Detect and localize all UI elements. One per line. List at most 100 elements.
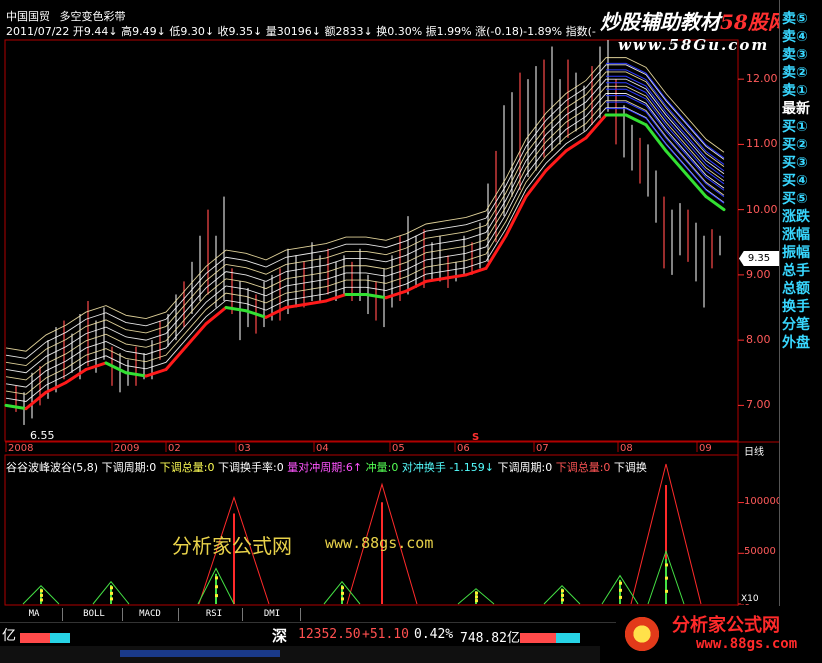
- volume-marker: [561, 598, 564, 602]
- tab-dmi[interactable]: DMI: [244, 608, 301, 621]
- volume-marker: [110, 591, 113, 595]
- watermark-line1-red: 58股网: [720, 10, 788, 34]
- status-change: +51.10: [362, 627, 409, 642]
- date-tick-label: 07: [536, 443, 549, 454]
- tab-boll[interactable]: BOLL: [66, 608, 123, 621]
- price-tick-label: 11.00: [746, 137, 778, 151]
- trend-line-segment: [444, 273, 468, 280]
- current-price-tag: 9.35: [739, 251, 779, 266]
- trend-line-segment: [4, 403, 28, 411]
- watermark-bottom-url: www.88gs.com: [696, 636, 798, 652]
- indicator-part: 下调周期:0: [494, 461, 553, 474]
- sidebar-item[interactable]: 卖②: [782, 64, 820, 82]
- trend-line-segment: [144, 367, 168, 378]
- price-tick-label: 12.00: [746, 72, 778, 86]
- date-tick-label: 06: [457, 443, 470, 454]
- trend-line-segment: [424, 276, 448, 283]
- date-tick-label: 2008: [8, 443, 34, 454]
- volume-marker: [619, 581, 622, 585]
- quote-row: 2011/07/22 开9.44↓ 高9.49↓ 低9.30↓ 收9.35↓ 量…: [6, 23, 596, 39]
- quote-part: 开9.44↓: [72, 25, 118, 38]
- date-tick-label: 09: [699, 443, 712, 454]
- volume-marker: [619, 595, 622, 599]
- quote-part: 低9.30↓: [165, 25, 215, 38]
- sidebar-item[interactable]: 总额: [782, 280, 820, 298]
- sidebar-item[interactable]: 外盘: [782, 334, 820, 352]
- volume-panel-frame: [4, 454, 739, 606]
- quote-part: 换0.30%: [372, 25, 423, 38]
- watermark-bottom: 分析家公式网 www.88gs.com: [616, 606, 822, 663]
- date-tick-label: 08: [620, 443, 633, 454]
- trend-line-segment: [584, 113, 608, 140]
- sidebar-item[interactable]: 涨幅: [782, 226, 820, 244]
- sidebar-item[interactable]: 换手: [782, 298, 820, 316]
- trend-line-segment: [224, 306, 248, 313]
- tab-macd[interactable]: MACD: [122, 608, 179, 621]
- quote-part: 高9.49↓: [117, 25, 166, 38]
- quote-part: 额2833↓: [321, 25, 373, 38]
- status-pct: 0.42%: [414, 627, 454, 642]
- sidebar-item[interactable]: 振幅: [782, 244, 820, 262]
- sidebar-item[interactable]: 分笔: [782, 316, 820, 334]
- volume-marker: [341, 586, 344, 590]
- trend-line-segment: [384, 289, 408, 300]
- ribbon-band: [5, 107, 725, 402]
- volume-marker: [665, 576, 668, 580]
- tab-rsi[interactable]: RSI: [186, 608, 243, 621]
- sidebar-item[interactable]: 买⑤: [782, 190, 820, 208]
- sidebar-item[interactable]: 买①: [782, 118, 820, 136]
- volume-marker: [665, 589, 668, 593]
- volume-marker: [40, 589, 43, 593]
- trend-line-segment: [64, 367, 88, 385]
- watermark-mid-url: www.88gs.com: [325, 534, 434, 552]
- sidebar-item[interactable]: 买②: [782, 136, 820, 154]
- volume-marker: [475, 591, 478, 595]
- trend-line-segment: [124, 371, 148, 378]
- price-chart[interactable]: [0, 0, 822, 663]
- quote-values: 开9.44↓ 高9.49↓ 低9.30↓ 收9.35↓ 量30196↓ 额283…: [73, 25, 596, 38]
- quote-date: 2011/07/22: [6, 25, 70, 38]
- volume-marker: [619, 588, 622, 592]
- volume-tick-label: 100000: [744, 495, 783, 507]
- status-left-meter: [20, 628, 72, 643]
- trend-line-segment: [704, 195, 726, 212]
- volume-marker: [475, 599, 478, 603]
- indicator-part: 下调总量:0: [156, 461, 215, 474]
- status-left: 亿: [2, 628, 16, 644]
- sidebar-item[interactable]: 买④: [782, 172, 820, 190]
- indicator-part: 下调换: [610, 461, 647, 474]
- sidebar-item[interactable]: 涨跌: [782, 208, 820, 226]
- trend-line-segment: [364, 292, 388, 300]
- trend-line-segment: [304, 299, 328, 306]
- indicator-part: 冲量:0: [362, 461, 399, 474]
- watermark-mid-brand: 分析家公式网: [172, 534, 292, 558]
- sidebar-item[interactable]: 最新: [782, 100, 820, 118]
- volume-marker: [110, 586, 113, 590]
- quote-part: 收9.35↓: [214, 25, 263, 38]
- period-label: 日线: [744, 447, 764, 458]
- watermark-top-url: www.58Gu.com: [618, 36, 770, 54]
- tab-ma[interactable]: MA: [6, 608, 63, 621]
- date-tick-label: 03: [238, 443, 251, 454]
- taskbar-strip: [0, 646, 600, 663]
- sidebar-item[interactable]: 卖③: [782, 46, 820, 64]
- sidebar-item[interactable]: 卖④: [782, 28, 820, 46]
- sidebar-item[interactable]: 卖⑤: [782, 10, 820, 28]
- price-tick-label: 7.00: [746, 398, 771, 412]
- sidebar-item[interactable]: 买③: [782, 154, 820, 172]
- indicator-name: 多空变色彩带: [59, 10, 126, 23]
- indicator-part: 下调周期:0: [101, 461, 157, 474]
- volume-unit: X10: [741, 594, 759, 604]
- trend-line-segment: [644, 123, 668, 153]
- indicator-part: 对冲换手 -1.159↓: [398, 461, 494, 474]
- volume-marker: [475, 595, 478, 599]
- sidebar-item[interactable]: 卖①: [782, 82, 820, 100]
- quote-part: 指数(-: [562, 25, 596, 38]
- watermark-bottom-brand: 分析家公式网: [672, 615, 780, 636]
- status-amount: 748.82亿: [460, 631, 520, 646]
- watermark-line1: 炒股辅助教材: [600, 10, 720, 34]
- sidebar-item[interactable]: 总手: [782, 262, 820, 280]
- trend-line-segment: [204, 306, 228, 326]
- volume-marker: [561, 589, 564, 593]
- price-panel-frame: [4, 39, 739, 442]
